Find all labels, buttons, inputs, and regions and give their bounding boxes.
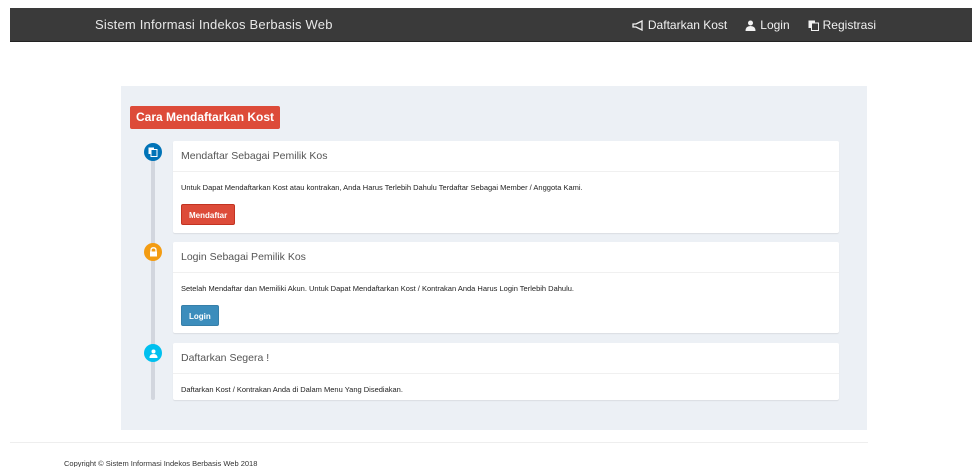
- copy-icon: [144, 143, 162, 161]
- login-button[interactable]: Login: [181, 305, 219, 326]
- copy-icon: [808, 20, 819, 31]
- step-card-daftarkan: Daftarkan Segera ! Daftarkan Kost / Kont…: [173, 343, 839, 400]
- footer-divider: [10, 442, 868, 443]
- step-title: Login Sebagai Pemilik Kos: [173, 242, 839, 273]
- step-card-login: Login Sebagai Pemilik Kos Setelah Mendaf…: [173, 242, 839, 333]
- megaphone-icon: [632, 19, 643, 31]
- step-title: Mendaftar Sebagai Pemilik Kos: [173, 141, 839, 172]
- nav-registrasi-label: Registrasi: [822, 18, 876, 32]
- step-text: Untuk Dapat Mendaftarkan Kost atau kontr…: [181, 183, 583, 192]
- nav-login[interactable]: Login: [745, 18, 790, 32]
- user-icon: [745, 20, 756, 31]
- step-text: Setelah Mendaftar dan Memiliki Akun. Unt…: [181, 284, 575, 293]
- mendaftar-button[interactable]: Mendaftar: [181, 204, 236, 225]
- user-icon: [144, 344, 162, 362]
- nav-links: Daftarkan Kost Login Registrasi: [632, 8, 972, 42]
- timeline-heading: Cara Mendaftarkan Kost: [130, 106, 281, 129]
- nav-registrasi[interactable]: Registrasi: [808, 18, 876, 32]
- nav-login-label: Login: [760, 18, 790, 32]
- nav-daftarkan-kost-label: Daftarkan Kost: [647, 18, 728, 32]
- footer-copyright: Copyright © Sistem Informasi Indekos Ber…: [64, 459, 258, 467]
- nav-daftarkan-kost[interactable]: Daftarkan Kost: [632, 18, 727, 32]
- step-card-mendaftar: Mendaftar Sebagai Pemilik Kos Untuk Dapa…: [173, 141, 839, 233]
- step-text: Daftarkan Kost / Kontrakan Anda di Dalam…: [181, 385, 403, 394]
- top-navbar: Sistem Informasi Indekos Berbasis Web Da…: [10, 8, 972, 42]
- main-panel: Cara Mendaftarkan Kost Mendaftar Sebagai…: [121, 86, 867, 430]
- brand-title[interactable]: Sistem Informasi Indekos Berbasis Web: [95, 17, 333, 32]
- step-title: Daftarkan Segera !: [173, 343, 839, 374]
- lock-icon: [144, 243, 162, 261]
